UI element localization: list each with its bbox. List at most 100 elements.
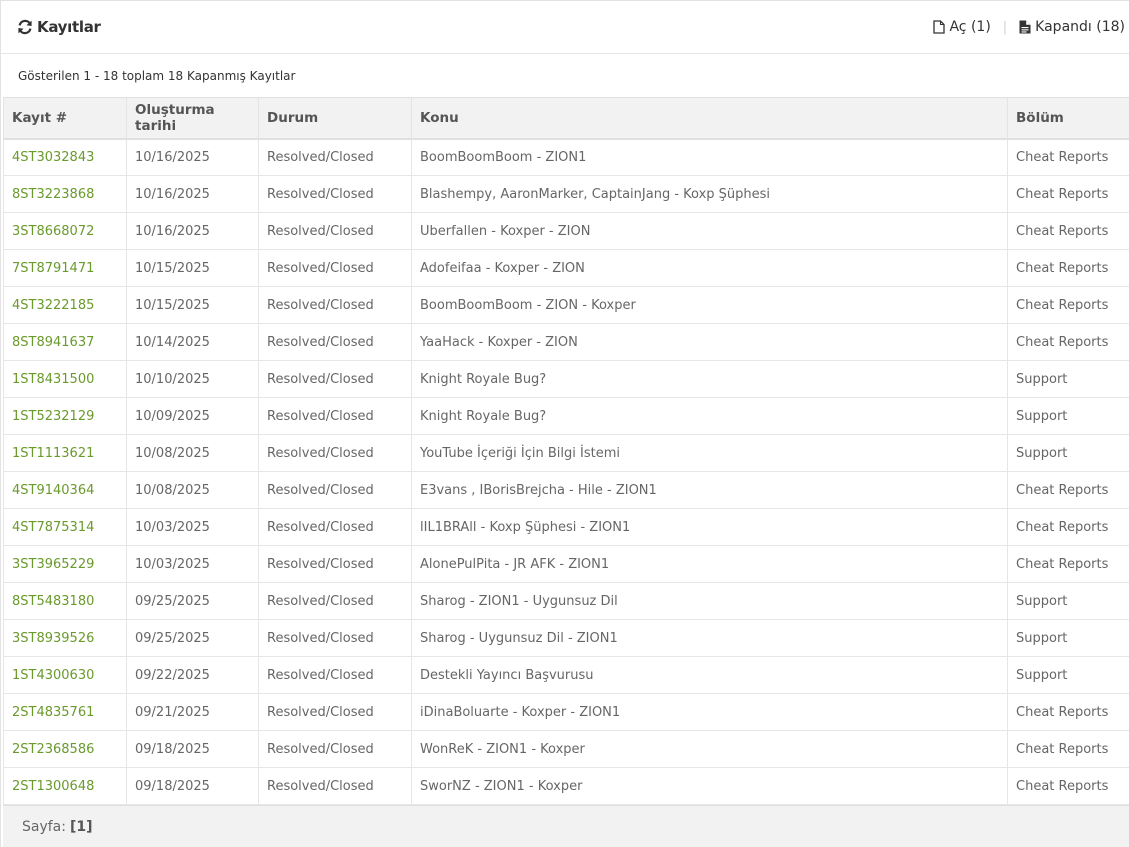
ticket-link[interactable]: 1ST8431500 (12, 372, 94, 387)
table-row[interactable]: 3ST8939526 09/25/2025 Resolved/Closed Sharo… (3, 619, 1129, 657)
table-row[interactable]: 2ST4835761 09/21/2025 Resolved/Closed iDina… (3, 693, 1129, 731)
status-cell: Resolved/Closed (258, 175, 412, 213)
ticket-link[interactable]: 4ST3032843 (12, 150, 94, 165)
results-summary: Gösterilen 1 - 18 toplam 18 Kapanmış Kay… (18, 68, 296, 83)
table-row[interactable]: 1ST5232129 10/09/2025 Resolved/Closed Knigh… (3, 397, 1129, 435)
table-row[interactable]: 8ST3223868 10/16/2025 Resolved/Closed Blash… (3, 175, 1129, 213)
subject-cell: YaaHack - Koxper - ZION (411, 323, 1008, 361)
ticket-link[interactable]: 3ST8939526 (12, 631, 94, 646)
ticket-number-cell: 4ST9140364 (3, 471, 127, 509)
column-header-ticket[interactable]: Kayıt # (3, 97, 127, 140)
department-cell: Cheat Reports (1007, 212, 1129, 250)
subject-cell: SworNZ - ZION1 - Koxper (411, 767, 1008, 805)
column-header-subject[interactable]: Konu (411, 97, 1008, 140)
created-date-cell: 10/03/2025 (126, 508, 259, 546)
subject-cell: AlonePulPita - JR AFK - ZION1 (411, 545, 1008, 583)
ticket-link[interactable]: 2ST4835761 (12, 705, 94, 720)
department-cell: Support (1007, 656, 1129, 694)
created-date-cell: 09/22/2025 (126, 656, 259, 694)
page-title: Kayıtlar (17, 18, 101, 36)
ticket-link[interactable]: 4ST9140364 (12, 483, 94, 498)
department-cell: Cheat Reports (1007, 730, 1129, 768)
status-cell: Resolved/Closed (258, 656, 412, 694)
ticket-link[interactable]: 8ST5483180 (12, 594, 94, 609)
table-row[interactable]: 7ST8791471 10/15/2025 Resolved/Closed Adofe… (3, 249, 1129, 287)
ticket-link[interactable]: 8ST3223868 (12, 187, 94, 202)
table-row[interactable]: 8ST8941637 10/14/2025 Resolved/Closed YaaHa… (3, 323, 1129, 361)
department-cell: Support (1007, 434, 1129, 472)
created-date-cell: 10/15/2025 (126, 286, 259, 324)
ticket-link[interactable]: 2ST2368586 (12, 742, 94, 757)
ticket-number-cell: 1ST8431500 (3, 360, 127, 398)
table-row[interactable]: 2ST2368586 09/18/2025 Resolved/Closed WonRe… (3, 730, 1129, 768)
ticket-link[interactable]: 3ST8668072 (12, 224, 94, 239)
status-cell: Resolved/Closed (258, 434, 412, 472)
created-date-cell: 10/16/2025 (126, 212, 259, 250)
department-cell: Cheat Reports (1007, 286, 1129, 324)
ticket-link[interactable]: 4ST3222185 (12, 298, 94, 313)
status-cell: Resolved/Closed (258, 249, 412, 287)
created-date-cell: 10/09/2025 (126, 397, 259, 435)
pagination: Sayfa: [1] (3, 805, 1129, 847)
table-row[interactable]: 4ST7875314 10/03/2025 Resolved/Closed lIL1B… (3, 508, 1129, 546)
refresh-icon[interactable] (17, 19, 33, 35)
closed-tickets-link[interactable]: Kapandı (18) (1019, 19, 1125, 35)
status-cell: Resolved/Closed (258, 323, 412, 361)
department-cell: Support (1007, 582, 1129, 620)
department-cell: Support (1007, 397, 1129, 435)
department-cell: Support (1007, 619, 1129, 657)
pagination-current-page[interactable]: [1] (70, 819, 93, 835)
subject-cell: BoomBoomBoom - ZION1 (411, 138, 1008, 176)
table-row[interactable]: 8ST5483180 09/25/2025 Resolved/Closed Sharo… (3, 582, 1129, 620)
ticket-number-cell: 2ST2368586 (3, 730, 127, 768)
status-cell: Resolved/Closed (258, 397, 412, 435)
open-tickets-label: Aç (1) (949, 19, 991, 35)
ticket-number-cell: 3ST3965229 (3, 545, 127, 583)
subject-cell: Sharog - Uygunsuz Dil - ZION1 (411, 619, 1008, 657)
status-cell: Resolved/Closed (258, 138, 412, 176)
file-text-icon (1019, 20, 1031, 34)
status-cell: Resolved/Closed (258, 619, 412, 657)
subject-cell: BoomBoomBoom - ZION - Koxper (411, 286, 1008, 324)
ticket-link[interactable]: 1ST4300630 (12, 668, 94, 683)
created-date-cell: 09/25/2025 (126, 582, 259, 620)
ticket-link[interactable]: 1ST5232129 (12, 409, 94, 424)
column-header-created[interactable]: Oluşturma tarihi (126, 97, 259, 140)
table-row[interactable]: 4ST9140364 10/08/2025 Resolved/Closed E3van… (3, 471, 1129, 509)
table-row[interactable]: 1ST4300630 09/22/2025 Resolved/Closed Deste… (3, 656, 1129, 694)
table-row[interactable]: 1ST1113621 10/08/2025 Resolved/Closed YouTu… (3, 434, 1129, 472)
ticket-link[interactable]: 4ST7875314 (12, 520, 94, 535)
created-date-cell: 10/10/2025 (126, 360, 259, 398)
ticket-link[interactable]: 1ST1113621 (12, 446, 94, 461)
ticket-number-cell: 2ST4835761 (3, 693, 127, 731)
table-row[interactable]: 4ST3032843 10/16/2025 Resolved/Closed BoomB… (3, 138, 1129, 176)
ticket-link[interactable]: 2ST1300648 (12, 779, 94, 794)
ticket-number-cell: 3ST8939526 (3, 619, 127, 657)
created-date-cell: 10/14/2025 (126, 323, 259, 361)
subject-cell: Uberfallen - Koxper - ZION (411, 212, 1008, 250)
ticket-number-cell: 1ST1113621 (3, 434, 127, 472)
subject-cell: lIL1BRAll - Koxp Şüphesi - ZION1 (411, 508, 1008, 546)
status-cell: Resolved/Closed (258, 545, 412, 583)
ticket-number-cell: 1ST5232129 (3, 397, 127, 435)
ticket-number-cell: 4ST3222185 (3, 286, 127, 324)
open-tickets-link[interactable]: Aç (1) (933, 19, 991, 35)
table-row[interactable]: 1ST8431500 10/10/2025 Resolved/Closed Knigh… (3, 360, 1129, 398)
subject-cell: E3vans , IBorisBrejcha - Hile - ZION1 (411, 471, 1008, 509)
tickets-table: Kayıt # Oluşturma tarihi Durum Konu Bölü… (3, 97, 1129, 805)
column-header-status[interactable]: Durum (258, 97, 412, 140)
table-row[interactable]: 4ST3222185 10/15/2025 Resolved/Closed BoomB… (3, 286, 1129, 324)
status-cell: Resolved/Closed (258, 471, 412, 509)
table-row[interactable]: 3ST8668072 10/16/2025 Resolved/Closed Uberf… (3, 212, 1129, 250)
table-row[interactable]: 2ST1300648 09/18/2025 Resolved/Closed SworN… (3, 767, 1129, 805)
column-header-department[interactable]: Bölüm (1007, 97, 1129, 140)
subject-cell: Blashempy, AaronMarker, CaptainJang - Ko… (411, 175, 1008, 213)
subject-cell: iDinaBoluarte - Koxper - ZION1 (411, 693, 1008, 731)
created-date-cell: 10/15/2025 (126, 249, 259, 287)
table-row[interactable]: 3ST3965229 10/03/2025 Resolved/Closed Alone… (3, 545, 1129, 583)
table-body: 4ST3032843 10/16/2025 Resolved/Closed BoomB… (3, 138, 1129, 805)
department-cell: Cheat Reports (1007, 175, 1129, 213)
ticket-link[interactable]: 3ST3965229 (12, 557, 94, 572)
ticket-link[interactable]: 8ST8941637 (12, 335, 94, 350)
ticket-link[interactable]: 7ST8791471 (12, 261, 94, 276)
